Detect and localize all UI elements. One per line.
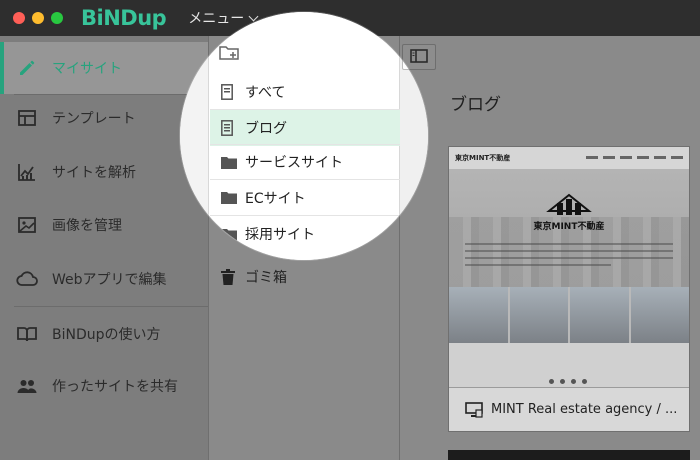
app-logo: BiNDup [81,6,167,30]
sidebar-item-web-app[interactable]: Webアプリで編集 [0,253,208,305]
thumbnail-text [465,243,673,271]
thumbnail-title: 東京MINT不動産 [533,222,605,232]
folder-label: ECサイト [245,190,306,207]
thumbnail-footer [449,343,689,387]
document-icon [221,83,237,100]
sidebar-item-label: マイサイト [52,61,122,77]
folder-icon [221,190,237,206]
thumbnail-social-icons [549,379,587,384]
thumbnail-brand: 東京MINT不動産 [455,154,511,162]
site-card-title: MINT Real estate agency / ... [491,402,678,417]
book-icon [16,323,38,345]
folder-trash[interactable]: ゴミ箱 [210,259,400,295]
image-icon [16,214,38,236]
folder-all[interactable]: すべて [210,74,400,110]
add-folder-button[interactable] [219,44,241,66]
pencil-icon [16,57,38,79]
sidebar-item-images[interactable]: 画像を管理 [0,199,208,251]
folder-recruit-sites[interactable]: 採用サイト [210,216,400,252]
folder-add-icon [219,46,241,66]
thumbnail-nav: 東京MINT不動産 [449,147,689,169]
site-card[interactable]: 東京MINT不動産 東京MINT不動産 MINT Real estate age… [448,146,690,432]
template-icon [16,107,38,129]
sidebar-item-templates[interactable]: テンプレート [0,92,208,144]
thumbnail-links [586,156,683,159]
cloud-icon [16,268,38,290]
sidebar-item-analytics[interactable]: サイトを解析 [0,146,208,198]
divider [14,306,208,307]
folder-panel-highlighted: すべて ブログ サービスサイト ECサイト 採用サイト [208,36,400,260]
section-title: ブログ [450,95,501,115]
trash-icon [221,269,237,285]
site-card-footer[interactable]: MINT Real estate agency / ... [449,387,689,431]
sidebar-item-label: 画像を管理 [52,218,122,234]
folder-blog[interactable]: ブログ [210,110,400,146]
sidebar: マイサイト テンプレート サイトを解析 画像を管理 Webアプリで編集 BiND… [0,36,208,460]
sidebar-item-label: BiNDupの使い方 [52,327,161,343]
close-window-button[interactable] [13,12,25,24]
folder-label: ブログ [245,121,287,137]
sidebar-item-label: テンプレート [52,111,136,127]
folder-label: 採用サイト [245,227,315,243]
sidebar-item-label: サイトを解析 [52,165,136,181]
sidebar-item-label: Webアプリで編集 [52,272,167,288]
folder-icon [221,154,237,170]
sidebar-item-share[interactable]: 作ったサイトを共有 [0,360,208,412]
folder-label: すべて [245,84,286,101]
minimize-window-button[interactable] [32,12,44,24]
desktop-icon [465,401,483,418]
site-thumbnail[interactable]: 東京MINT不動産 東京MINT不動産 [449,147,689,387]
site-card-partial[interactable] [448,450,690,460]
chart-icon [16,161,38,183]
folder-label: サービスサイト [245,155,343,171]
window-controls [13,12,63,24]
spotlight-highlight: すべて ブログ サービスサイト ECサイト 採用サイト [180,12,428,260]
folder-label: ゴミ箱 [245,270,287,286]
sidebar-item-how-to[interactable]: BiNDupの使い方 [0,308,208,360]
document-icon [221,120,237,136]
folder-icon [221,226,237,242]
folder-service-sites[interactable]: サービスサイト [210,144,400,180]
sidebar-item-my-sites[interactable]: マイサイト [0,42,208,94]
thumbnail-photos [449,287,689,343]
sidebar-item-label: 作ったサイトを共有 [52,379,178,395]
folder-ec-sites[interactable]: ECサイト [210,180,400,216]
people-icon [16,375,38,397]
maximize-window-button[interactable] [51,12,63,24]
